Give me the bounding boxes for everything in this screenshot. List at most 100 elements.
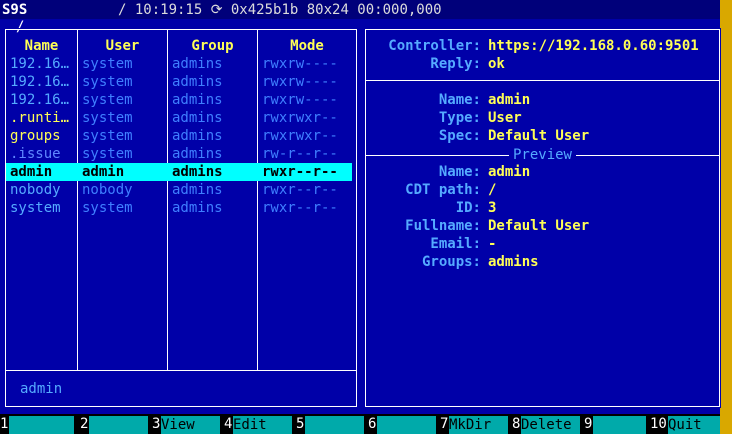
row-group: admins: [172, 146, 223, 162]
app-name: S9S: [2, 2, 28, 18]
info-value: ok: [488, 56, 505, 72]
fkey-label: [305, 416, 364, 434]
status-line: / 10:19:15 ⟳ 0x425b1b 80x24 00:000,000: [118, 2, 442, 18]
fkey-label: [593, 416, 646, 434]
preview-title: Preview: [366, 146, 719, 164]
row-group: admins: [172, 56, 223, 72]
fkey-6-button[interactable]: 6: [368, 414, 436, 434]
preview-key: Email:: [430, 236, 481, 252]
detail-row: Spec: Default User: [366, 127, 719, 145]
row-user: system: [82, 200, 133, 216]
detail-value: Default User: [488, 128, 590, 144]
fkey-1-button[interactable]: 1: [0, 414, 74, 434]
row-user: system: [82, 92, 133, 108]
row-name: 192.16…: [10, 92, 70, 108]
row-group: admins: [172, 128, 223, 144]
fkey-label: Edit: [233, 416, 292, 434]
detail-key: Name:: [438, 92, 481, 108]
fkey-2-button[interactable]: 2: [80, 414, 148, 434]
preview-row: Email: -: [366, 235, 719, 253]
preview-row: Groups: admins: [366, 253, 719, 271]
file-row[interactable]: nobody nobody admins rwxr--r--: [6, 181, 352, 199]
fkey-label: Quit: [668, 416, 720, 434]
row-name: 192.16…: [10, 56, 70, 72]
preview-row: Fullname: Default User: [366, 217, 719, 235]
row-mode: rwxrw----: [262, 92, 338, 108]
preview-key: Name:: [438, 164, 481, 180]
fkey-label: MkDir: [449, 416, 508, 434]
preview-row: ID: 3: [366, 199, 719, 217]
info-row: Reply: ok: [366, 55, 719, 73]
detail-row: Name: admin: [366, 91, 719, 109]
file-row[interactable]: 192.16… system admins rwxrw----: [6, 91, 352, 109]
row-name: admin: [10, 164, 53, 180]
row-group: admins: [172, 110, 223, 126]
file-row[interactable]: groups system admins rwxrwxr--: [6, 127, 352, 145]
fkey-number: 9: [584, 416, 593, 432]
preview-key: CDT path:: [405, 182, 481, 198]
fkey-label: [377, 416, 436, 434]
fkey-label: [9, 416, 74, 434]
row-mode: rwxr--r--: [262, 182, 338, 198]
preview-key: ID:: [455, 200, 481, 216]
row-name: .issue: [10, 146, 61, 162]
column-header-user[interactable]: User: [78, 37, 167, 55]
info-key: Reply:: [430, 56, 481, 72]
detail-key: Spec:: [438, 128, 481, 144]
info-value: https://192.168.0.60:9501: [488, 38, 699, 54]
file-row[interactable]: .issue system admins rw-r--r--: [6, 145, 352, 163]
row-mode: rw-r--r--: [262, 146, 338, 162]
fkey-number: 1: [0, 416, 9, 432]
fkey-label: View: [161, 416, 220, 434]
preview-row: Name: admin: [366, 163, 719, 181]
title-bar: S9S / 10:19:15 ⟳ 0x425b1b 80x24 00:000,0…: [0, 0, 720, 19]
fkey-7-button[interactable]: 7 MkDir: [440, 414, 508, 434]
row-mode: rwxrwxr--: [262, 110, 338, 126]
window-edge: [720, 0, 732, 434]
fkey-9-button[interactable]: 9: [584, 414, 646, 434]
fkey-number: 7: [440, 416, 449, 432]
info-divider: [366, 80, 719, 81]
fkey-10-button[interactable]: 10 Quit: [650, 414, 720, 434]
preview-value: /: [488, 182, 497, 198]
detail-value: admin: [488, 92, 531, 108]
row-mode: rwxrw----: [262, 74, 338, 90]
file-row[interactable]: 192.16… system admins rwxrw----: [6, 55, 352, 73]
preview-row: CDT path: /: [366, 181, 719, 199]
file-row[interactable]: admin admin admins rwxr--r--: [6, 163, 352, 181]
info-pane: Controller: https://192.168.0.60:9501 Repl…: [364, 28, 721, 408]
row-user: nobody: [82, 182, 133, 198]
row-name: .runti…: [10, 110, 70, 126]
file-row[interactable]: 192.16… system admins rwxrw----: [6, 73, 352, 91]
column-header-name[interactable]: Name: [6, 37, 77, 55]
fkey-number: 8: [512, 416, 521, 432]
row-user: system: [82, 146, 133, 162]
column-header-mode[interactable]: Mode: [258, 37, 356, 55]
fkey-8-button[interactable]: 8 Delete: [512, 414, 580, 434]
file-list-pane[interactable]: Name User Group Mode 192.16… system admins…: [4, 28, 358, 408]
row-mode: rwxrwxr--: [262, 128, 338, 144]
preview-value: -: [488, 236, 497, 252]
row-mode: rwxr--r--: [262, 164, 338, 180]
detail-value: User: [488, 110, 522, 126]
row-name: groups: [10, 128, 61, 144]
column-header-group[interactable]: Group: [168, 37, 257, 55]
detail-key: Type:: [438, 110, 481, 126]
row-user: system: [82, 110, 133, 126]
row-mode: rwxrw----: [262, 56, 338, 72]
fkey-number: 10: [650, 416, 667, 432]
row-user: system: [82, 128, 133, 144]
row-group: admins: [172, 164, 223, 180]
preview-value: admins: [488, 254, 539, 270]
fkey-5-button[interactable]: 5: [296, 414, 364, 434]
detail-row: Type: User: [366, 109, 719, 127]
file-row[interactable]: system system admins rwxr--r--: [6, 199, 352, 217]
row-name: nobody: [10, 182, 61, 198]
file-row[interactable]: .runti… system admins rwxrwxr--: [6, 109, 352, 127]
row-user: system: [82, 56, 133, 72]
fkey-3-button[interactable]: 3 View: [152, 414, 220, 434]
row-name: 192.16…: [10, 74, 70, 90]
fkey-4-button[interactable]: 4 Edit: [224, 414, 292, 434]
row-group: admins: [172, 200, 223, 216]
fkey-number: 4: [224, 416, 233, 432]
